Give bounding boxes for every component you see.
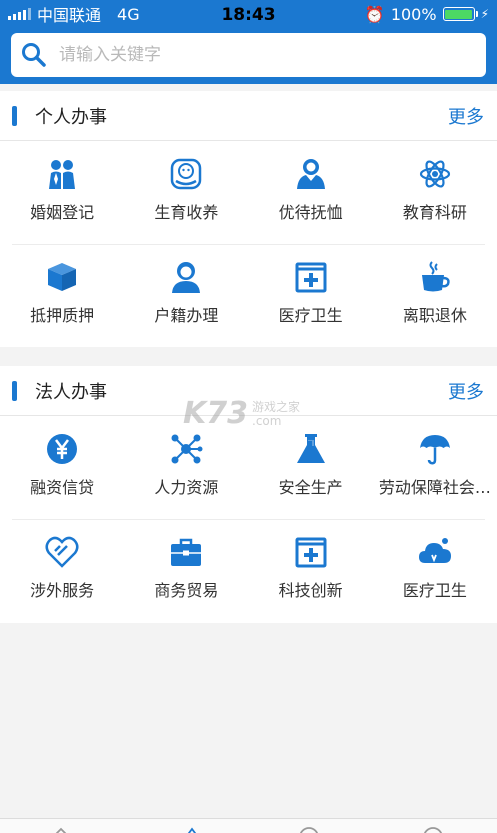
service-item-commerce[interactable]: 商务贸易 — [124, 519, 248, 622]
service-label: 生育收养 — [154, 203, 219, 222]
couple-icon — [49, 160, 76, 189]
more-link[interactable]: 更多 — [448, 103, 484, 129]
search-input[interactable] — [59, 45, 486, 65]
carrier-name: 中国联通 — [37, 6, 102, 25]
home-tab-icon[interactable] — [50, 825, 72, 833]
service-item-special-care[interactable]: 优待抚恤 — [249, 141, 373, 244]
signal-icon — [8, 8, 31, 20]
profile-tab-icon[interactable] — [422, 825, 444, 833]
battery-percent: 100% — [390, 4, 437, 24]
service-item-health[interactable]: 医疗卫生 — [373, 519, 497, 622]
flask-icon — [296, 434, 325, 463]
service-label: 劳动保障社会… — [378, 478, 491, 497]
service-label: 离职退休 — [402, 306, 467, 325]
service-item-safety[interactable]: 安全生产 — [249, 416, 373, 519]
service-item-hr[interactable]: 人力资源 — [124, 416, 248, 519]
service-item-innovation[interactable]: 科技创新 — [249, 519, 373, 622]
umbrella-icon — [419, 435, 450, 465]
service-label: 涉外服务 — [30, 581, 95, 600]
service-item-marriage[interactable]: 婚姻登记 — [0, 141, 124, 244]
service-item-medical[interactable]: 医疗卫生 — [249, 244, 373, 347]
service-item-foreign-affairs[interactable]: 涉外服务 — [0, 519, 124, 622]
yen-coin-icon — [47, 434, 78, 464]
services-tab-icon[interactable] — [181, 825, 203, 833]
personal-affairs-section: 个人办事 更多 婚姻登记 生育收养 优待抚恤 教育科研 抵押质押 户籍办理 医疗… — [0, 91, 497, 347]
person-icon — [172, 262, 201, 293]
section-title: 个人办事 — [35, 106, 107, 128]
search-icon — [22, 43, 46, 67]
service-label: 医疗卫生 — [402, 581, 467, 600]
box-icon — [48, 263, 77, 291]
coffee-cup-icon — [421, 261, 450, 292]
service-item-retirement[interactable]: 离职退休 — [373, 244, 497, 347]
battery-icon — [442, 7, 478, 21]
plus-box-icon — [295, 537, 327, 568]
section-header: 个人办事 更多 — [0, 91, 497, 141]
messages-tab-icon[interactable] — [298, 825, 320, 833]
section-marker — [12, 105, 17, 126]
bottom-tab-bar — [0, 818, 497, 833]
service-item-education[interactable]: 教育科研 — [373, 141, 497, 244]
section-marker — [12, 380, 17, 401]
search-box[interactable] — [11, 33, 486, 77]
service-label: 安全生产 — [278, 478, 343, 497]
service-label: 商务贸易 — [154, 581, 219, 600]
service-label: 优待抚恤 — [278, 203, 343, 222]
alarm-icon: ⏰ — [364, 4, 385, 24]
service-label: 科技创新 — [278, 581, 343, 600]
people-icon — [296, 159, 325, 189]
charging-icon: ⚡ — [480, 7, 489, 21]
section-title: 法人办事 — [35, 381, 107, 403]
service-item-financing[interactable]: 融资信贷 — [0, 416, 124, 519]
network-icon — [171, 434, 203, 464]
more-link[interactable]: 更多 — [448, 378, 484, 404]
briefcase-icon — [171, 538, 202, 566]
app-header: 中国联通 4G ⏰ 100% ⚡ 18:43 — [0, 0, 497, 84]
service-item-labor-security[interactable]: 劳动保障社会… — [373, 416, 497, 519]
status-bar: 中国联通 4G ⏰ 100% ⚡ — [0, 0, 497, 28]
service-label: 教育科研 — [402, 203, 467, 222]
service-label: 户籍办理 — [154, 306, 219, 325]
service-label: 医疗卫生 — [278, 306, 343, 325]
service-label: 婚姻登记 — [30, 203, 95, 222]
service-item-household[interactable]: 户籍办理 — [124, 244, 248, 347]
service-label: 人力资源 — [154, 478, 219, 497]
baby-icon — [171, 158, 202, 190]
atom-icon — [419, 160, 450, 188]
service-label: 融资信贷 — [30, 478, 95, 497]
legal-entity-section: 法人办事 更多 融资信贷 人力资源 安全生产 劳动保障社会… 涉外服务 商务贸易 — [0, 366, 497, 623]
service-item-childbirth[interactable]: 生育收养 — [124, 141, 248, 244]
heart-icon — [45, 536, 79, 568]
medical-cross-icon — [295, 262, 327, 293]
service-item-mortgage[interactable]: 抵押质押 — [0, 244, 124, 347]
section-header: 法人办事 更多 — [0, 366, 497, 416]
service-label: 抵押质押 — [30, 306, 95, 325]
cloud-icon — [418, 538, 451, 563]
network-type: 4G — [117, 4, 140, 24]
